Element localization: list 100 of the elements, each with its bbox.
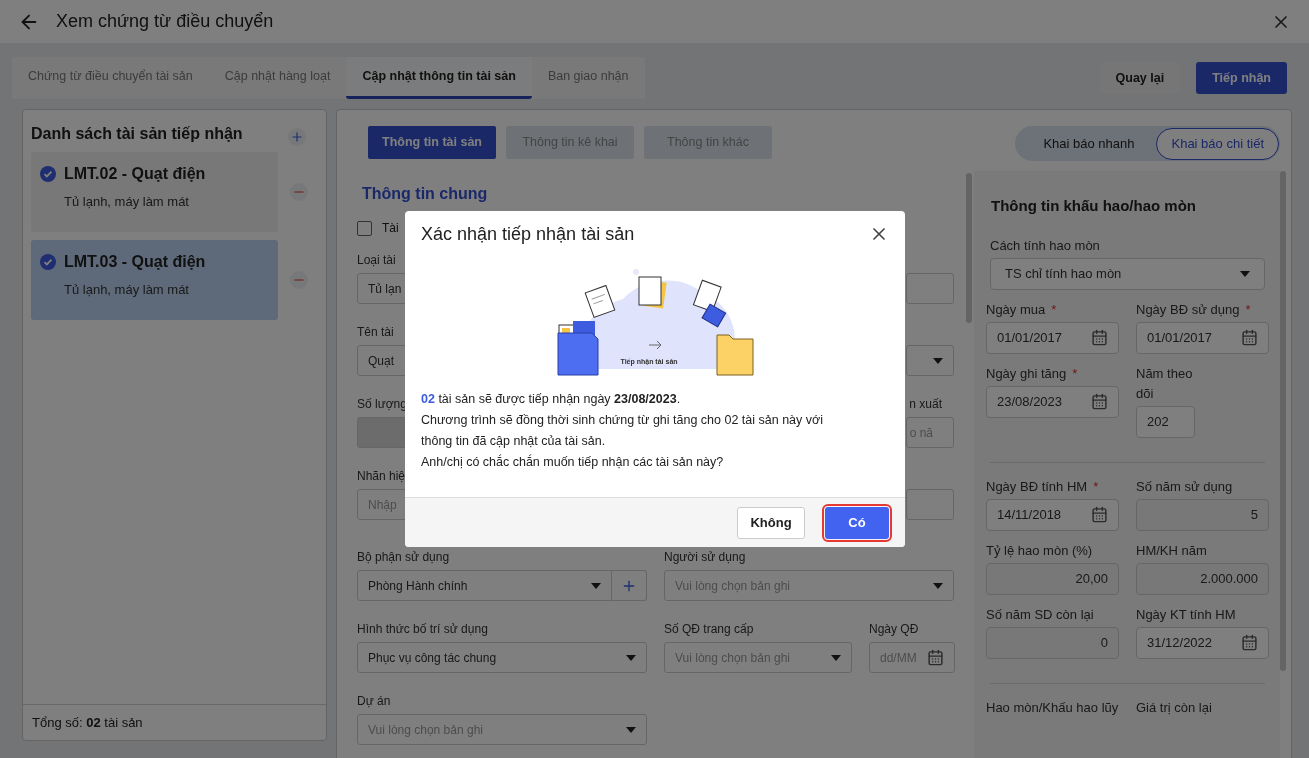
scrollbar[interactable] [966,173,972,323]
caret-icon [933,582,943,589]
caret-icon [933,357,943,364]
check-circle-icon[interactable] [40,254,56,270]
checkbox-label: Tài [382,220,399,237]
caret-icon [626,726,636,733]
required-mark: * [1051,300,1057,319]
mode-option[interactable]: Khai báo chi tiết [1156,127,1279,160]
calendar-icon [1241,329,1258,346]
calendar-icon [1091,506,1108,523]
date-field[interactable]: 23/08/2023 [986,385,1119,418]
field-value: 14/11/2018 [997,505,1062,524]
calendar-icon [927,649,944,666]
input-field[interactable]: 202 [1136,405,1195,438]
field-label: Ngày mua [986,300,1046,319]
tab[interactable]: Cập nhật hàng loạt [208,57,347,99]
field-label: HM/KH năm [1136,541,1207,560]
check-circle-icon[interactable] [40,166,56,182]
asset-name: LMT.03 - Quạt điện [64,252,206,272]
required-mark: * [1093,477,1099,496]
dialog-title: Xác nhận tiếp nhận tài sản [421,222,635,246]
field-label: n xuất [909,396,942,413]
field-label: Hình thức bố trí sử dụng [357,621,488,638]
field-label: Năm theo dõi [1136,364,1194,403]
add-button[interactable] [288,128,306,146]
field-value: 20,00 [1075,569,1108,588]
confirm-button[interactable]: Có [825,506,889,539]
field-value: 01/01/2017 [1147,328,1213,347]
field-label: Ngày BĐ tính HM [986,477,1088,496]
input-field[interactable]: 0 [986,626,1119,659]
field-label: Tỷ lệ hao mòn (%) [986,541,1093,560]
required-mark: * [1245,300,1251,319]
field-label: Giá trị còn lại [1136,698,1212,717]
caret-icon [591,582,601,589]
input-field[interactable]: 5 [1136,498,1269,531]
select-field[interactable]: Phòng Hành chính [357,570,612,601]
asset-list-item[interactable]: LMT.02 - Quạt điện Tủ lạnh, máy làm mát [31,152,278,232]
field-label: Ngày QĐ [869,621,919,638]
section-title: Thông tin chung [361,184,488,204]
select-field[interactable]: TS chỉ tính hao mòn [990,257,1265,290]
field-value: 0 [1100,633,1108,652]
panel-title: Danh sách tài sản tiếp nhận [31,124,243,144]
input-field[interactable] [906,489,954,520]
dialog-message: Chương trình sẽ đồng thời sinh chứng từ ghi tăng cho 02 tài sản này với thông tin đã cập nhật của tài sản. [421,412,824,450]
field-value: 31/12/2022 [1147,633,1213,652]
remove-button[interactable] [290,183,308,201]
checkbox[interactable] [357,220,372,236]
window-title: Xem chứng từ điều chuyển [56,10,275,33]
select-field[interactable]: Phục vụ công tác chung [357,642,647,673]
section-title: Thông tin khấu hao/hao mòn [990,196,1196,216]
field-label: Ngày KT tính HM [1136,605,1236,624]
add-button[interactable] [612,570,647,601]
field-value: Tủ lạn [368,280,402,298]
mode-option[interactable]: Khai báo nhanh [1029,127,1149,160]
total-count: Tổng số: 02 tài sản [32,713,143,732]
field-label: Hao mòn/Khấu hao lũy [986,698,1119,717]
asset-name: LMT.02 - Quạt điện [64,164,206,184]
field-value: Phục vụ công tác chung [368,649,497,667]
field-label: Số QĐ trang cấp [664,621,754,638]
plus-icon [290,130,304,144]
field-value: TS chỉ tính hao mòn [1005,264,1122,283]
caret-icon [831,654,841,661]
field-value: 5 [1250,505,1258,524]
field-label: Số năm sử dụng [1136,477,1233,496]
caret-icon [1240,270,1250,277]
date-field[interactable]: 14/11/2018 [986,498,1119,531]
field-label: Bộ phận sử dụng [357,549,450,566]
input-field[interactable]: 2.000.000 [1136,562,1269,595]
caret-icon [626,654,636,661]
remove-button[interactable] [290,271,308,289]
field-value: 202 [1147,412,1169,431]
field-value: 2.000.000 [1200,569,1258,588]
asset-category: Tủ lạnh, máy làm mát [64,193,190,211]
field-label: Tên tài [357,324,394,341]
field-label: Số năm SD còn lại [986,605,1094,624]
calendar-icon [1091,393,1108,410]
dialog-message: 02 tài sản sẽ được tiếp nhận ngày 23/08/2023. [421,391,682,408]
field-value: Quạt [368,352,394,370]
date-field[interactable]: 01/01/2017 [986,321,1119,354]
asset-category: Tủ lạnh, máy làm mát [64,281,190,299]
asset-list-item[interactable]: LMT.03 - Quạt điện Tủ lạnh, máy làm mát [31,240,278,320]
field-label: Loại tài [357,252,396,269]
input-field[interactable] [906,273,954,304]
field-label: Cách tính hao mòn [990,236,1100,255]
select-field[interactable] [906,345,954,376]
cancel-button[interactable]: Không [737,506,805,539]
field-label: Nhãn hiệ [357,468,406,485]
field-label: Dự án [357,693,391,710]
field-value: 23/08/2023 [997,392,1063,411]
primary-button[interactable]: Tiếp nhận [1196,62,1287,94]
date-field[interactable]: 01/01/2017 [1136,321,1269,354]
date-field[interactable]: 31/12/2022 [1136,626,1269,659]
tab[interactable]: Chứng từ điều chuyển tài sản [12,57,209,99]
tab[interactable]: Ban giao nhận [531,57,645,99]
field-label: Người sử dụng [664,549,746,566]
field-value: 01/01/2017 [997,328,1063,347]
scrollbar[interactable] [1280,171,1286,671]
section-tab[interactable]: Thông tin tài sản [368,126,496,159]
field-label: Ngày ghi tăng [986,364,1067,383]
input-field[interactable]: 20,00 [986,562,1119,595]
